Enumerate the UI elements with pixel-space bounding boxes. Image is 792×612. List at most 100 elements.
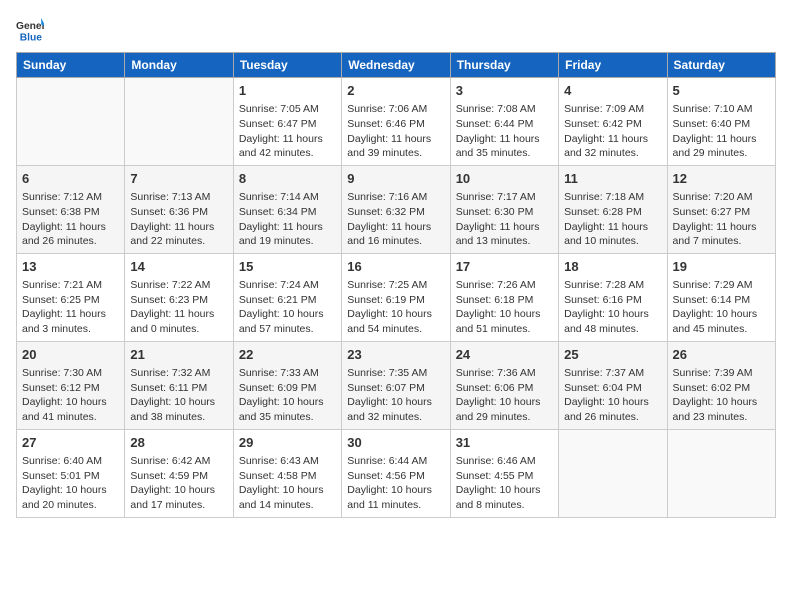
calendar-cell: 5 Sunrise: 7:10 AMSunset: 6:40 PMDaylight… [667, 78, 775, 166]
calendar-cell: 26 Sunrise: 7:39 AMSunset: 6:02 PMDayligh… [667, 341, 775, 429]
calendar-cell: 17 Sunrise: 7:26 AMSunset: 6:18 PMDayligh… [450, 253, 558, 341]
calendar-cell: 23 Sunrise: 7:35 AMSunset: 6:07 PMDayligh… [342, 341, 450, 429]
weekday-header-wednesday: Wednesday [342, 53, 450, 78]
calendar-cell: 31 Sunrise: 6:46 AMSunset: 4:55 PMDayligh… [450, 429, 558, 517]
day-info: Sunrise: 6:42 AMSunset: 4:59 PMDaylight:… [130, 454, 227, 513]
weekday-header-thursday: Thursday [450, 53, 558, 78]
day-number: 4 [564, 82, 661, 100]
day-number: 26 [673, 346, 770, 364]
day-info: Sunrise: 7:25 AMSunset: 6:19 PMDaylight:… [347, 278, 444, 337]
calendar-cell: 22 Sunrise: 7:33 AMSunset: 6:09 PMDayligh… [233, 341, 341, 429]
day-number: 30 [347, 434, 444, 452]
day-number: 23 [347, 346, 444, 364]
calendar-cell [559, 429, 667, 517]
calendar-cell [17, 78, 125, 166]
weekday-header-sunday: Sunday [17, 53, 125, 78]
calendar-cell: 7 Sunrise: 7:13 AMSunset: 6:36 PMDaylight… [125, 165, 233, 253]
day-info: Sunrise: 7:22 AMSunset: 6:23 PMDaylight:… [130, 278, 227, 337]
day-number: 22 [239, 346, 336, 364]
calendar-cell: 13 Sunrise: 7:21 AMSunset: 6:25 PMDayligh… [17, 253, 125, 341]
day-number: 16 [347, 258, 444, 276]
calendar-cell: 28 Sunrise: 6:42 AMSunset: 4:59 PMDayligh… [125, 429, 233, 517]
day-info: Sunrise: 6:44 AMSunset: 4:56 PMDaylight:… [347, 454, 444, 513]
day-info: Sunrise: 7:13 AMSunset: 6:36 PMDaylight:… [130, 190, 227, 249]
day-number: 25 [564, 346, 661, 364]
day-info: Sunrise: 6:46 AMSunset: 4:55 PMDaylight:… [456, 454, 553, 513]
day-number: 13 [22, 258, 119, 276]
day-info: Sunrise: 7:35 AMSunset: 6:07 PMDaylight:… [347, 366, 444, 425]
day-info: Sunrise: 7:08 AMSunset: 6:44 PMDaylight:… [456, 102, 553, 161]
calendar-cell [667, 429, 775, 517]
calendar-cell: 11 Sunrise: 7:18 AMSunset: 6:28 PMDayligh… [559, 165, 667, 253]
calendar-table: SundayMondayTuesdayWednesdayThursdayFrid… [16, 52, 776, 518]
weekday-header-friday: Friday [559, 53, 667, 78]
calendar-cell: 18Sunrise: 7:28 AMSunset: 6:16 PMDayligh… [559, 253, 667, 341]
calendar-cell: 2 Sunrise: 7:06 AMSunset: 6:46 PMDaylight… [342, 78, 450, 166]
calendar-cell: 6Sunrise: 7:12 AMSunset: 6:38 PMDaylight… [17, 165, 125, 253]
day-info: Sunrise: 7:24 AMSunset: 6:21 PMDaylight:… [239, 278, 336, 337]
day-number: 21 [130, 346, 227, 364]
calendar-cell: 19 Sunrise: 7:29 AMSunset: 6:14 PMDayligh… [667, 253, 775, 341]
day-number: 2 [347, 82, 444, 100]
day-number: 28 [130, 434, 227, 452]
calendar-cell: 1 Sunrise: 7:05 AMSunset: 6:47 PMDaylight… [233, 78, 341, 166]
day-number: 17 [456, 258, 553, 276]
day-number: 24 [456, 346, 553, 364]
calendar-cell: 27 Sunrise: 6:40 AMSunset: 5:01 PMDayligh… [17, 429, 125, 517]
day-info: Sunrise: 7:18 AMSunset: 6:28 PMDaylight:… [564, 190, 661, 249]
day-info: Sunrise: 6:43 AMSunset: 4:58 PMDaylight:… [239, 454, 336, 513]
day-number: 20 [22, 346, 119, 364]
day-info: Sunrise: 7:05 AMSunset: 6:47 PMDaylight:… [239, 102, 336, 161]
day-info: Sunrise: 7:39 AMSunset: 6:02 PMDaylight:… [673, 366, 770, 425]
day-number: 12 [673, 170, 770, 188]
day-number: 5 [673, 82, 770, 100]
day-info: Sunrise: 7:29 AMSunset: 6:14 PMDaylight:… [673, 278, 770, 337]
calendar-cell: 30 Sunrise: 6:44 AMSunset: 4:56 PMDayligh… [342, 429, 450, 517]
day-number: 8 [239, 170, 336, 188]
day-number: 7 [130, 170, 227, 188]
calendar-cell: 16 Sunrise: 7:25 AMSunset: 6:19 PMDayligh… [342, 253, 450, 341]
day-info: Sunrise: 7:10 AMSunset: 6:40 PMDaylight:… [673, 102, 770, 161]
day-number: 3 [456, 82, 553, 100]
calendar-cell: 12 Sunrise: 7:20 AMSunset: 6:27 PMDayligh… [667, 165, 775, 253]
day-info: Sunrise: 7:30 AMSunset: 6:12 PMDaylight:… [22, 366, 119, 425]
day-info: Sunrise: 7:09 AMSunset: 6:42 PMDaylight:… [564, 102, 661, 161]
day-number: 10 [456, 170, 553, 188]
calendar-cell: 14 Sunrise: 7:22 AMSunset: 6:23 PMDayligh… [125, 253, 233, 341]
calendar-cell: 4 Sunrise: 7:09 AMSunset: 6:42 PMDaylight… [559, 78, 667, 166]
calendar-cell: 20 Sunrise: 7:30 AMSunset: 6:12 PMDayligh… [17, 341, 125, 429]
day-info: Sunrise: 7:21 AMSunset: 6:25 PMDaylight:… [22, 278, 119, 337]
calendar-cell: 29Sunrise: 6:43 AMSunset: 4:58 PMDayligh… [233, 429, 341, 517]
day-info: Sunrise: 7:32 AMSunset: 6:11 PMDaylight:… [130, 366, 227, 425]
day-info: Sunrise: 7:06 AMSunset: 6:46 PMDaylight:… [347, 102, 444, 161]
day-number: 18 [564, 258, 661, 276]
logo-icon: GeneralBlue [16, 16, 44, 44]
day-info: Sunrise: 6:40 AMSunset: 5:01 PMDaylight:… [22, 454, 119, 513]
weekday-header-tuesday: Tuesday [233, 53, 341, 78]
day-number: 1 [239, 82, 336, 100]
svg-text:General: General [16, 21, 44, 32]
calendar-cell: 15 Sunrise: 7:24 AMSunset: 6:21 PMDayligh… [233, 253, 341, 341]
day-info: Sunrise: 7:16 AMSunset: 6:32 PMDaylight:… [347, 190, 444, 249]
day-number: 6 [22, 170, 119, 188]
calendar-cell: 3 Sunrise: 7:08 AMSunset: 6:44 PMDaylight… [450, 78, 558, 166]
day-number: 15 [239, 258, 336, 276]
logo: GeneralBlue [16, 16, 44, 44]
calendar-cell: 10 Sunrise: 7:17 AMSunset: 6:30 PMDayligh… [450, 165, 558, 253]
weekday-header-monday: Monday [125, 53, 233, 78]
day-number: 27 [22, 434, 119, 452]
calendar-cell: 9 Sunrise: 7:16 AMSunset: 6:32 PMDaylight… [342, 165, 450, 253]
day-number: 11 [564, 170, 661, 188]
calendar-cell: 8Sunrise: 7:14 AMSunset: 6:34 PMDaylight… [233, 165, 341, 253]
day-info: Sunrise: 7:20 AMSunset: 6:27 PMDaylight:… [673, 190, 770, 249]
day-number: 31 [456, 434, 553, 452]
day-number: 14 [130, 258, 227, 276]
weekday-header-saturday: Saturday [667, 53, 775, 78]
calendar-cell [125, 78, 233, 166]
day-info: Sunrise: 7:17 AMSunset: 6:30 PMDaylight:… [456, 190, 553, 249]
day-info: Sunrise: 7:33 AMSunset: 6:09 PMDaylight:… [239, 366, 336, 425]
day-info: Sunrise: 7:26 AMSunset: 6:18 PMDaylight:… [456, 278, 553, 337]
day-number: 9 [347, 170, 444, 188]
day-number: 19 [673, 258, 770, 276]
day-info: Sunrise: 7:37 AMSunset: 6:04 PMDaylight:… [564, 366, 661, 425]
